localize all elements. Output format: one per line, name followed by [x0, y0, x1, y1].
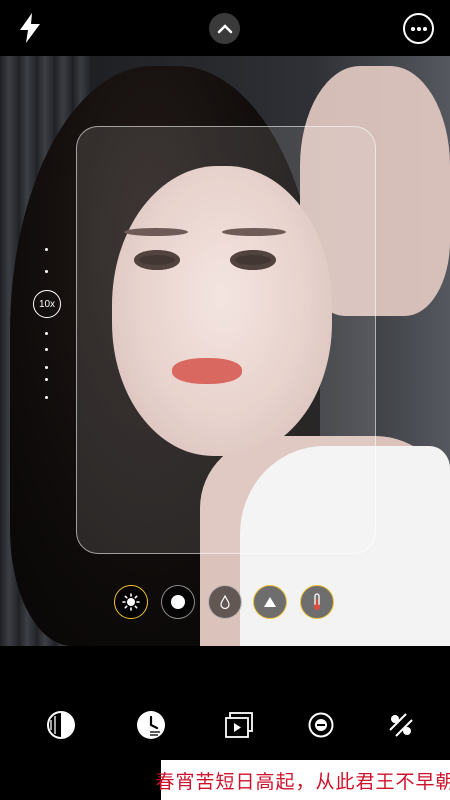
more-options-button[interactable]	[403, 13, 434, 44]
caption-banner: 春宵苦短日高起，从此君王不早朝	[156, 760, 450, 800]
lightning-icon	[20, 13, 40, 43]
zoom-tick	[45, 366, 48, 369]
zoom-level-button[interactable]: 10x	[33, 290, 61, 318]
aperture-button[interactable]	[44, 708, 78, 742]
no-filter-icon	[389, 713, 413, 737]
zoom-tick	[45, 270, 48, 273]
flash-button[interactable]	[16, 12, 44, 44]
exposure-compensation-button[interactable]	[304, 708, 338, 742]
ellipsis-icon	[410, 26, 427, 31]
minus-circle-icon	[308, 712, 334, 738]
thermometer-icon	[314, 593, 320, 610]
chevron-up-icon	[217, 23, 232, 33]
temperature-button[interactable]	[300, 585, 334, 619]
caption-text: 春宵苦短日高起，从此君王不早朝	[155, 770, 450, 793]
zoom-level-label: 10x	[38, 298, 56, 310]
zoom-tick	[45, 396, 48, 399]
circle-filled-icon	[171, 595, 185, 609]
top-bar	[0, 0, 450, 56]
saturation-button[interactable]	[208, 585, 242, 619]
aperture-icon	[47, 711, 75, 739]
sun-icon	[122, 593, 140, 611]
live-photo-button[interactable]	[222, 708, 256, 742]
zoom-tick	[45, 332, 48, 335]
zoom-tick	[45, 248, 48, 251]
expand-controls-button[interactable]	[209, 13, 240, 44]
live-photo-icon	[225, 712, 253, 738]
filters-button[interactable]	[384, 708, 418, 742]
zoom-tick	[45, 348, 48, 351]
timer-button[interactable]	[134, 708, 168, 742]
adjustment-row	[0, 585, 450, 619]
blurred-watermark	[150, 626, 340, 638]
drop-icon	[220, 595, 230, 609]
zoom-tick	[45, 378, 48, 381]
camera-viewfinder[interactable]: 10x	[0, 56, 450, 646]
focus-frame	[76, 126, 376, 554]
timer-icon	[137, 711, 165, 739]
contrast-button[interactable]	[253, 585, 287, 619]
brightness-button[interactable]	[114, 585, 148, 619]
triangle-icon	[264, 597, 276, 607]
exposure-button[interactable]	[161, 585, 195, 619]
